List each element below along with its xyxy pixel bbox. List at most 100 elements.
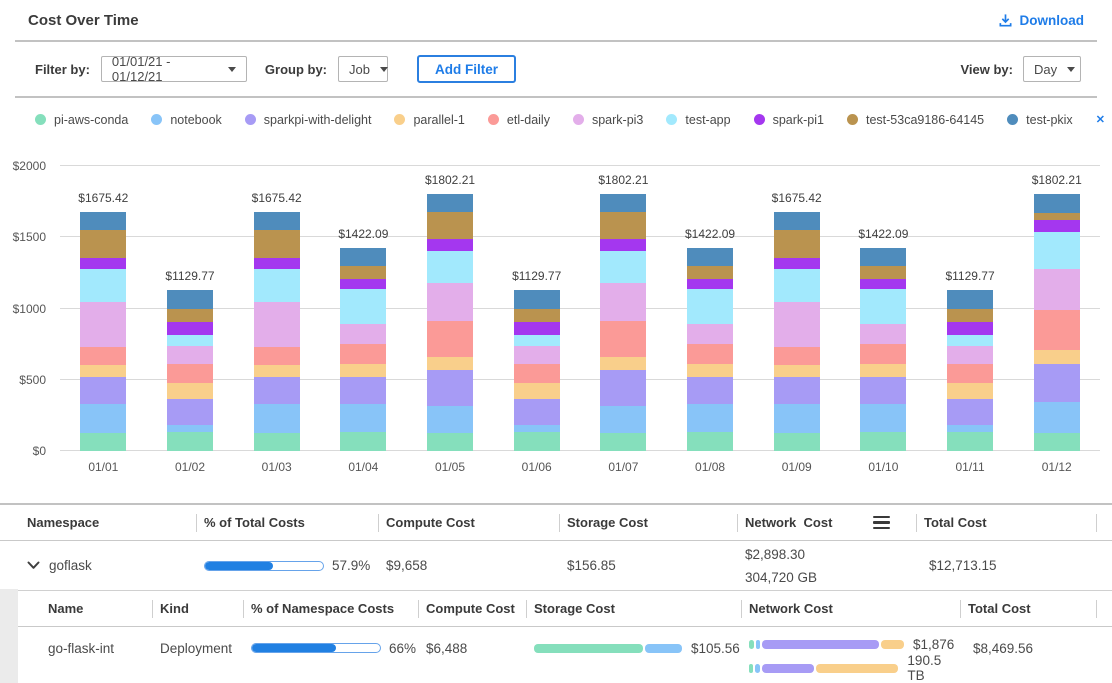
bar-segment[interactable] xyxy=(1034,364,1080,402)
bar-segment[interactable] xyxy=(947,309,993,322)
legend-item[interactable]: test-pkix xyxy=(1007,113,1073,127)
bar-segment[interactable] xyxy=(687,324,733,344)
bar-segment[interactable] xyxy=(687,377,733,404)
bar-segment[interactable] xyxy=(600,357,646,369)
stacked-bar-01-09[interactable] xyxy=(774,212,820,451)
legend-item[interactable]: sparkpi-with-delight xyxy=(245,113,372,127)
column-header-total[interactable]: Total Cost xyxy=(960,591,1112,626)
stacked-bar-01-08[interactable] xyxy=(687,248,733,451)
bar-segment[interactable] xyxy=(687,289,733,324)
bar-segment[interactable] xyxy=(860,279,906,290)
bar-segment[interactable] xyxy=(340,248,386,266)
bar-segment[interactable] xyxy=(340,432,386,451)
stacked-bar-01-04[interactable] xyxy=(340,248,386,451)
bar-segment[interactable] xyxy=(774,230,820,258)
bar-segment[interactable] xyxy=(687,404,733,432)
bar-segment[interactable] xyxy=(167,322,213,335)
bar-segment[interactable] xyxy=(774,302,820,347)
bar-segment[interactable] xyxy=(167,309,213,322)
bar-segment[interactable] xyxy=(600,370,646,406)
stacked-bar-01-03[interactable] xyxy=(254,212,300,451)
bar-segment[interactable] xyxy=(774,377,820,404)
bar-segment[interactable] xyxy=(254,377,300,404)
bar-segment[interactable] xyxy=(427,370,473,406)
column-header-kind[interactable]: Kind xyxy=(152,591,243,626)
bar-segment[interactable] xyxy=(427,321,473,357)
bar-segment[interactable] xyxy=(254,302,300,347)
collapse-chevron-icon[interactable] xyxy=(27,561,40,570)
bar-segment[interactable] xyxy=(80,302,126,347)
group-by-select[interactable]: Job xyxy=(338,56,388,82)
bar-segment[interactable] xyxy=(254,212,300,230)
bar-segment[interactable] xyxy=(340,377,386,404)
bar-segment[interactable] xyxy=(687,432,733,451)
bar-segment[interactable] xyxy=(600,283,646,321)
date-range-select[interactable]: 01/01/21 - 01/12/21 xyxy=(101,56,247,82)
bar-segment[interactable] xyxy=(167,399,213,425)
bar-segment[interactable] xyxy=(254,230,300,258)
bar-segment[interactable] xyxy=(80,377,126,404)
bar-segment[interactable] xyxy=(860,404,906,432)
legend-item[interactable]: etl-daily xyxy=(488,113,550,127)
bar-segment[interactable] xyxy=(167,364,213,383)
bar-segment[interactable] xyxy=(254,404,300,433)
bar-segment[interactable] xyxy=(1034,402,1080,432)
bar-segment[interactable] xyxy=(427,283,473,321)
bar-segment[interactable] xyxy=(600,406,646,433)
bar-segment[interactable] xyxy=(860,266,906,279)
bar-segment[interactable] xyxy=(687,248,733,266)
bar-segment[interactable] xyxy=(1034,232,1080,269)
bar-segment[interactable] xyxy=(80,269,126,302)
bar-segment[interactable] xyxy=(1034,350,1080,364)
legend-item[interactable]: test-53ca9186-64145 xyxy=(847,113,984,127)
column-header-network[interactable]: Network Cost xyxy=(741,591,960,626)
bar-segment[interactable] xyxy=(774,404,820,433)
bar-segment[interactable] xyxy=(514,364,560,383)
bar-segment[interactable] xyxy=(1034,194,1080,212)
stacked-bar-01-11[interactable] xyxy=(947,290,993,451)
bar-segment[interactable] xyxy=(687,279,733,290)
bar-segment[interactable] xyxy=(340,324,386,344)
bar-segment[interactable] xyxy=(80,258,126,268)
bar-segment[interactable] xyxy=(254,269,300,302)
bar-segment[interactable] xyxy=(167,383,213,399)
bar-segment[interactable] xyxy=(254,433,300,451)
bar-segment[interactable] xyxy=(427,433,473,451)
stacked-bar-01-06[interactable] xyxy=(514,290,560,451)
bar-segment[interactable] xyxy=(947,432,993,451)
bar-segment[interactable] xyxy=(427,406,473,433)
bar-segment[interactable] xyxy=(774,347,820,365)
bar-segment[interactable] xyxy=(947,322,993,335)
bar-segment[interactable] xyxy=(1034,269,1080,310)
bar-segment[interactable] xyxy=(947,290,993,309)
bar-segment[interactable] xyxy=(860,432,906,451)
legend-item[interactable]: spark-pi1 xyxy=(754,113,824,127)
legend-item[interactable]: parallel-1 xyxy=(394,113,464,127)
add-filter-button[interactable]: Add Filter xyxy=(417,55,516,83)
bar-segment[interactable] xyxy=(514,322,560,335)
bar-segment[interactable] xyxy=(514,383,560,399)
column-header-network[interactable]: Network Cost xyxy=(737,505,916,540)
stacked-bar-01-10[interactable] xyxy=(860,248,906,451)
column-header-compute[interactable]: Compute Cost xyxy=(378,505,559,540)
bar-segment[interactable] xyxy=(860,324,906,344)
bar-segment[interactable] xyxy=(340,289,386,324)
bar-segment[interactable] xyxy=(774,269,820,302)
bar-segment[interactable] xyxy=(687,344,733,364)
bar-segment[interactable] xyxy=(167,432,213,451)
column-header-storage[interactable]: Storage Cost xyxy=(559,505,737,540)
bar-segment[interactable] xyxy=(860,344,906,364)
bar-segment[interactable] xyxy=(254,258,300,268)
bar-segment[interactable] xyxy=(167,290,213,309)
column-header-total[interactable]: Total Cost xyxy=(916,505,1112,540)
bar-segment[interactable] xyxy=(947,364,993,383)
legend-item[interactable]: notebook xyxy=(151,113,221,127)
bar-segment[interactable] xyxy=(860,248,906,266)
bar-segment[interactable] xyxy=(1034,213,1080,221)
bar-segment[interactable] xyxy=(600,321,646,357)
bar-segment[interactable] xyxy=(427,212,473,238)
legend-item[interactable]: pi-aws-conda xyxy=(35,113,128,127)
bar-segment[interactable] xyxy=(947,346,993,364)
bar-segment[interactable] xyxy=(80,230,126,258)
bar-segment[interactable] xyxy=(860,364,906,377)
